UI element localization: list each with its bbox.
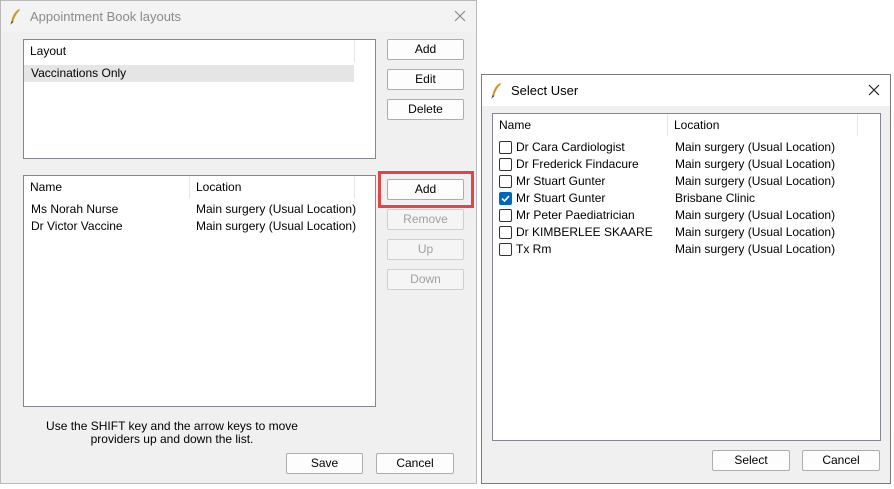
move-down-button[interactable]: Down [387,269,464,290]
close-icon[interactable] [452,8,468,24]
user-list-header: Name Location [493,114,880,136]
provider-list[interactable]: Name Location Ms Norah Nurse Main surger… [23,175,376,407]
delete-layout-button[interactable]: Delete [387,99,464,120]
user-row[interactable]: Mr Stuart Gunter Brisbane Clinic [493,190,880,207]
remove-provider-button[interactable]: Remove [387,209,464,230]
dialog-title: Select User [511,83,579,98]
user-name: Mr Peter Paediatrician [516,208,635,222]
provider-name: Dr Victor Vaccine [31,219,123,233]
add-layout-button[interactable]: Add [387,39,464,60]
user-row[interactable]: Tx Rm Main surgery (Usual Location) [493,241,880,258]
user-checkbox[interactable] [499,141,512,154]
user-location: Main surgery (Usual Location) [675,140,836,154]
column-header-location[interactable]: Location [668,114,858,136]
user-location: Brisbane Clinic [675,191,756,205]
user-name: Tx Rm [516,242,552,256]
user-checkbox[interactable] [499,192,512,205]
title-bar: Appointment Book layouts [1,1,476,32]
reorder-hint: Use the SHIFT key and the arrow keys to … [41,420,303,446]
cancel-button[interactable]: Cancel [802,450,880,471]
select-button[interactable]: Select [712,450,790,471]
provider-name: Ms Norah Nurse [31,202,119,216]
column-header-name[interactable]: Name [493,114,668,136]
provider-location: Main surgery (Usual Location) [196,219,357,233]
user-location: Main surgery (Usual Location) [675,208,836,222]
user-location: Main surgery (Usual Location) [675,157,836,171]
user-location: Main surgery (Usual Location) [675,174,836,188]
column-header-layout[interactable]: Layout [24,40,355,62]
provider-list-header: Name Location [24,176,375,198]
edit-layout-button[interactable]: Edit [387,69,464,90]
user-name: Mr Stuart Gunter [516,174,606,188]
layout-item-label: Vaccinations Only [31,66,127,80]
close-icon[interactable] [866,82,882,98]
user-checkbox[interactable] [499,226,512,239]
user-name: Mr Stuart Gunter [516,191,606,205]
add-provider-button[interactable]: Add [387,179,464,200]
user-row[interactable]: Dr KIMBERLEE SKAARE Main surgery (Usual L… [493,224,880,241]
user-list[interactable]: Name Location Dr Cara Cardiologist Main s… [492,113,881,441]
user-name: Dr Cara Cardiologist [516,140,625,154]
user-checkbox[interactable] [499,158,512,171]
user-row[interactable]: Dr Cara Cardiologist Main surgery (Usual … [493,139,880,156]
app-quill-icon [10,8,20,25]
user-checkbox[interactable] [499,243,512,256]
title-bar: Select User [482,75,890,106]
column-header-location[interactable]: Location [190,176,355,198]
dialog-title: Appointment Book layouts [30,9,182,24]
column-header-name[interactable]: Name [24,176,190,198]
user-checkbox[interactable] [499,209,512,222]
layout-list-header: Layout [24,40,375,62]
cancel-button[interactable]: Cancel [376,453,454,474]
checkbox-check-icon [501,195,510,203]
move-up-button[interactable]: Up [387,239,464,260]
user-location: Main surgery (Usual Location) [675,225,836,239]
user-name: Dr KIMBERLEE SKAARE [516,225,653,239]
provider-location: Main surgery (Usual Location) [196,202,357,216]
provider-row[interactable]: Ms Norah Nurse Main surgery (Usual Locat… [24,201,375,218]
user-row[interactable]: Dr Frederick Findacure Main surgery (Usua… [493,156,880,173]
layout-list-item[interactable]: Vaccinations Only [24,65,354,82]
user-name: Dr Frederick Findacure [516,157,639,171]
user-location: Main surgery (Usual Location) [675,242,836,256]
save-button[interactable]: Save [286,453,363,474]
layout-list[interactable]: Layout Vaccinations Only [23,39,376,159]
user-row[interactable]: Mr Stuart Gunter Main surgery (Usual Loca… [493,173,880,190]
select-user-dialog: Select User Name Location Dr Cara Cardio… [481,74,891,484]
user-row[interactable]: Mr Peter Paediatrician Main surgery (Usua… [493,207,880,224]
hint-line-2: providers up and down the list. [90,432,254,446]
app-quill-icon [491,82,501,99]
user-checkbox[interactable] [499,175,512,188]
appointment-book-layouts-dialog: Appointment Book layouts Layout Vaccinat… [0,0,477,484]
provider-row[interactable]: Dr Victor Vaccine Main surgery (Usual Lo… [24,218,375,235]
